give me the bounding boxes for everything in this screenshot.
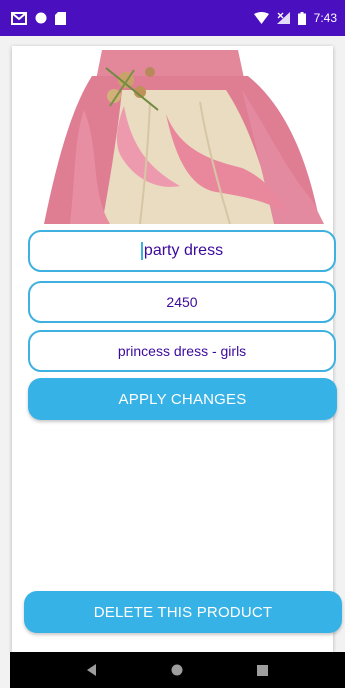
status-right-icons: 7:43 — [253, 11, 337, 25]
product-name-field[interactable]: party dress — [28, 230, 336, 272]
product-description-field[interactable]: princess dress - girls — [28, 330, 336, 372]
status-bar: 7:43 — [0, 0, 345, 36]
product-description-value: princess dress - girls — [117, 343, 247, 359]
status-left-icons — [11, 11, 66, 25]
battery-icon — [297, 11, 306, 25]
recents-icon[interactable] — [257, 664, 268, 676]
home-icon[interactable] — [171, 664, 183, 676]
status-time: 7:43 — [313, 11, 337, 25]
product-price-field[interactable]: 2450 — [28, 281, 336, 323]
apply-changes-button[interactable]: APPLY CHANGES — [28, 378, 337, 420]
sd-card-icon — [55, 11, 66, 25]
dress-image — [30, 50, 324, 224]
wifi-icon — [253, 12, 269, 24]
navigation-bar — [10, 652, 345, 688]
circle-status-icon — [35, 12, 47, 24]
gmail-icon — [11, 11, 27, 25]
product-image — [30, 50, 324, 224]
back-icon[interactable] — [87, 664, 97, 676]
product-price-value: 2450 — [166, 294, 198, 310]
signal-icon — [276, 12, 290, 24]
product-name-value: party dress — [143, 242, 224, 259]
text-cursor — [140, 242, 143, 260]
delete-product-button[interactable]: DELETE THIS PRODUCT — [24, 591, 342, 633]
